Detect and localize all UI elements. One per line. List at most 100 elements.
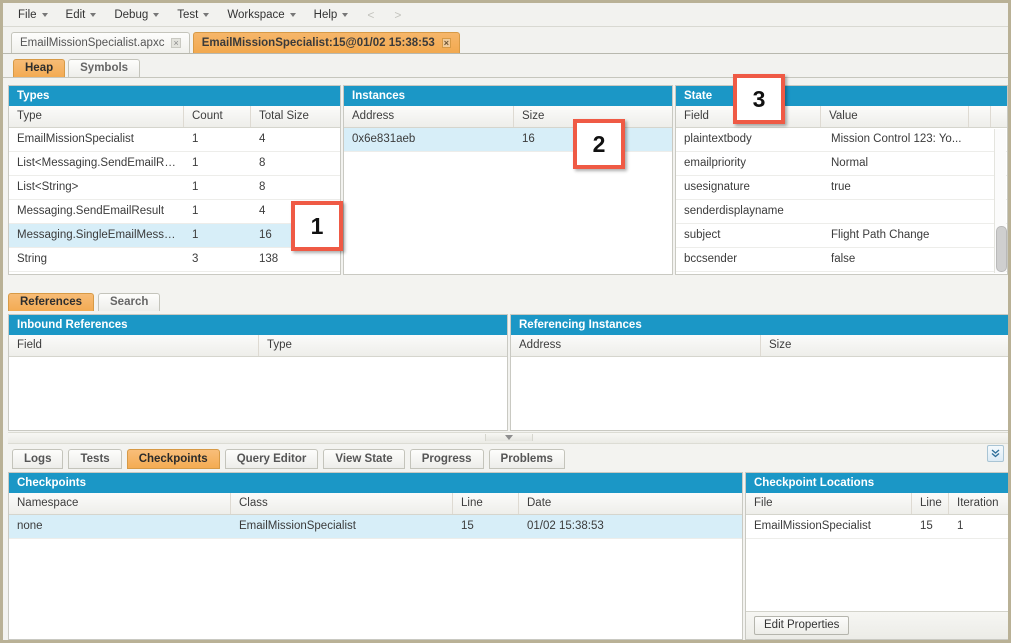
table-row[interactable]: List<Messaging.SendEmailRes... 1 8 bbox=[9, 152, 340, 176]
column-header-namespace[interactable]: Namespace bbox=[9, 493, 231, 514]
menu-item-help[interactable]: Help bbox=[305, 6, 358, 24]
table-row[interactable]: usesignature true bbox=[676, 176, 1007, 200]
menu-item-file[interactable]: File bbox=[9, 6, 57, 24]
column-header-class[interactable]: Class bbox=[231, 493, 453, 514]
checkpoints-panel: Checkpoints Namespace Class Line Date no… bbox=[8, 472, 743, 640]
bottom-tab-bar: Logs Tests Checkpoints Query Editor View… bbox=[8, 443, 1008, 469]
chevron-double-down-icon bbox=[991, 449, 1000, 458]
table-row[interactable]: List<String> 1 8 bbox=[9, 176, 340, 200]
close-icon[interactable]: × bbox=[171, 38, 181, 48]
instances-panel-title: Instances bbox=[344, 86, 672, 106]
checkpoints-row: Checkpoints Namespace Class Line Date no… bbox=[8, 472, 1008, 640]
menu-item-workspace-label: Workspace bbox=[227, 8, 285, 21]
file-tab-heap-dump[interactable]: EmailMissionSpecialist:15@01/02 15:38:53… bbox=[192, 32, 461, 53]
references-panels-row: Inbound References Field Type Referencin… bbox=[8, 314, 1008, 431]
cell-field: subject bbox=[684, 229, 721, 241]
callout-1: 1 bbox=[291, 201, 343, 251]
table-row[interactable]: bccsender false bbox=[676, 248, 1007, 272]
file-tab-emailmissionspecialist-apxc[interactable]: EmailMissionSpecialist.apxc × bbox=[11, 32, 190, 53]
column-header-value[interactable]: Value bbox=[821, 106, 970, 127]
collapse-panel-icon[interactable] bbox=[987, 445, 1004, 462]
tab-query-editor[interactable]: Query Editor bbox=[224, 449, 319, 469]
table-row-selected[interactable]: none EmailMissionSpecialist 15 01/02 15:… bbox=[9, 515, 742, 539]
menu-item-workspace[interactable]: Workspace bbox=[218, 6, 304, 24]
tab-view-state[interactable]: View State bbox=[323, 449, 405, 469]
menu-item-debug[interactable]: Debug bbox=[105, 6, 168, 24]
menu-item-edit[interactable]: Edit bbox=[57, 6, 106, 24]
tab-problems[interactable]: Problems bbox=[488, 449, 565, 469]
table-row[interactable]: subject Flight Path Change bbox=[676, 224, 1007, 248]
tab-tests[interactable]: Tests bbox=[68, 449, 122, 469]
cell-count: 1 bbox=[192, 181, 199, 193]
nav-back-icon[interactable]: < bbox=[357, 5, 384, 25]
cell-count: 1 bbox=[192, 133, 199, 145]
checkpoints-panel-title: Checkpoints bbox=[9, 473, 742, 493]
cell-value: false bbox=[831, 253, 856, 265]
column-header-size[interactable]: Size bbox=[761, 335, 1008, 356]
column-header-iteration[interactable]: Iteration bbox=[949, 493, 1008, 514]
cell-field: usesignature bbox=[684, 181, 750, 193]
column-header-line[interactable]: Line bbox=[453, 493, 519, 514]
cell-type: Messaging.SendEmailResult bbox=[17, 205, 165, 217]
column-header-date[interactable]: Date bbox=[519, 493, 742, 514]
tab-heap[interactable]: Heap bbox=[13, 59, 66, 77]
cell-count: 1 bbox=[192, 205, 199, 217]
column-header-address[interactable]: Address bbox=[511, 335, 761, 356]
cell-total-size: 4 bbox=[259, 133, 266, 145]
close-icon[interactable]: × bbox=[441, 38, 452, 48]
tab-references[interactable]: References bbox=[8, 293, 95, 311]
tab-symbols[interactable]: Symbols bbox=[68, 59, 141, 77]
column-header-type[interactable]: Type bbox=[259, 335, 507, 356]
column-header-extra-2[interactable] bbox=[991, 106, 1007, 127]
cell-date: 01/02 15:38:53 bbox=[527, 520, 604, 532]
column-header-field[interactable]: Field bbox=[9, 335, 259, 356]
column-header-address[interactable]: Address bbox=[344, 106, 514, 127]
tab-search[interactable]: Search bbox=[98, 293, 161, 311]
table-row[interactable]: String 3 138 bbox=[9, 248, 340, 272]
chevron-down-icon[interactable] bbox=[504, 435, 513, 440]
caret-down-icon bbox=[203, 12, 210, 17]
column-header-line[interactable]: Line bbox=[912, 493, 949, 514]
referencing-instances-panel-title: Referencing Instances bbox=[511, 315, 1008, 335]
menu-bar: File Edit Debug Test Workspace Help < > bbox=[3, 3, 1008, 27]
references-tab-bar: References Search bbox=[8, 289, 1008, 311]
menu-item-help-label: Help bbox=[313, 8, 338, 21]
table-row[interactable]: emailpriority Normal bbox=[676, 152, 1007, 176]
callout-2: 2 bbox=[573, 119, 625, 169]
cell-field: bccsender bbox=[684, 253, 738, 265]
cell-type: EmailMissionSpecialist bbox=[17, 133, 134, 145]
cell-line: 15 bbox=[920, 520, 933, 532]
tab-progress[interactable]: Progress bbox=[409, 449, 484, 469]
cell-class: EmailMissionSpecialist bbox=[239, 520, 356, 532]
scrollbar-thumb[interactable] bbox=[996, 226, 1007, 272]
column-header-total-size[interactable]: Total Size bbox=[251, 106, 340, 127]
cell-value: Mission Control 123: Yo... bbox=[831, 133, 962, 145]
cell-total-size: 138 bbox=[259, 253, 279, 265]
column-header-extra-1[interactable] bbox=[969, 106, 991, 127]
tab-checkpoints[interactable]: Checkpoints bbox=[126, 449, 220, 469]
table-row[interactable]: senderdisplayname bbox=[676, 200, 1007, 224]
column-header-count[interactable]: Count bbox=[184, 106, 251, 127]
instances-panel: Instances Address Size 0x6e831aeb 16 bbox=[343, 85, 673, 275]
column-header-type[interactable]: Type bbox=[9, 106, 184, 127]
cell-line: 15 bbox=[461, 520, 474, 532]
table-row[interactable]: EmailMissionSpecialist 15 1 bbox=[746, 515, 1008, 539]
cell-total-size: 8 bbox=[259, 181, 266, 193]
cell-type: Messaging.SingleEmailMessage bbox=[17, 229, 184, 241]
referencing-header-row: Address Size bbox=[511, 335, 1008, 357]
inbound-header-row: Field Type bbox=[9, 335, 507, 357]
table-row[interactable]: plaintextbody Mission Control 123: Yo... bbox=[676, 128, 1007, 152]
cell-count: 3 bbox=[192, 253, 199, 265]
caret-down-icon bbox=[41, 12, 48, 17]
cell-value: Normal bbox=[831, 157, 869, 169]
nav-forward-icon[interactable]: > bbox=[384, 5, 411, 25]
state-vertical-scrollbar[interactable] bbox=[994, 129, 1007, 273]
inbound-references-panel: Inbound References Field Type bbox=[8, 314, 508, 431]
column-header-file[interactable]: File bbox=[746, 493, 912, 514]
cell-file: EmailMissionSpecialist bbox=[754, 520, 871, 532]
table-row[interactable]: EmailMissionSpecialist 1 4 bbox=[9, 128, 340, 152]
tab-logs[interactable]: Logs bbox=[12, 449, 64, 469]
edit-properties-button[interactable]: Edit Properties bbox=[754, 616, 850, 635]
menu-item-test[interactable]: Test bbox=[168, 6, 218, 24]
state-header-row: Field Value bbox=[676, 106, 1007, 128]
